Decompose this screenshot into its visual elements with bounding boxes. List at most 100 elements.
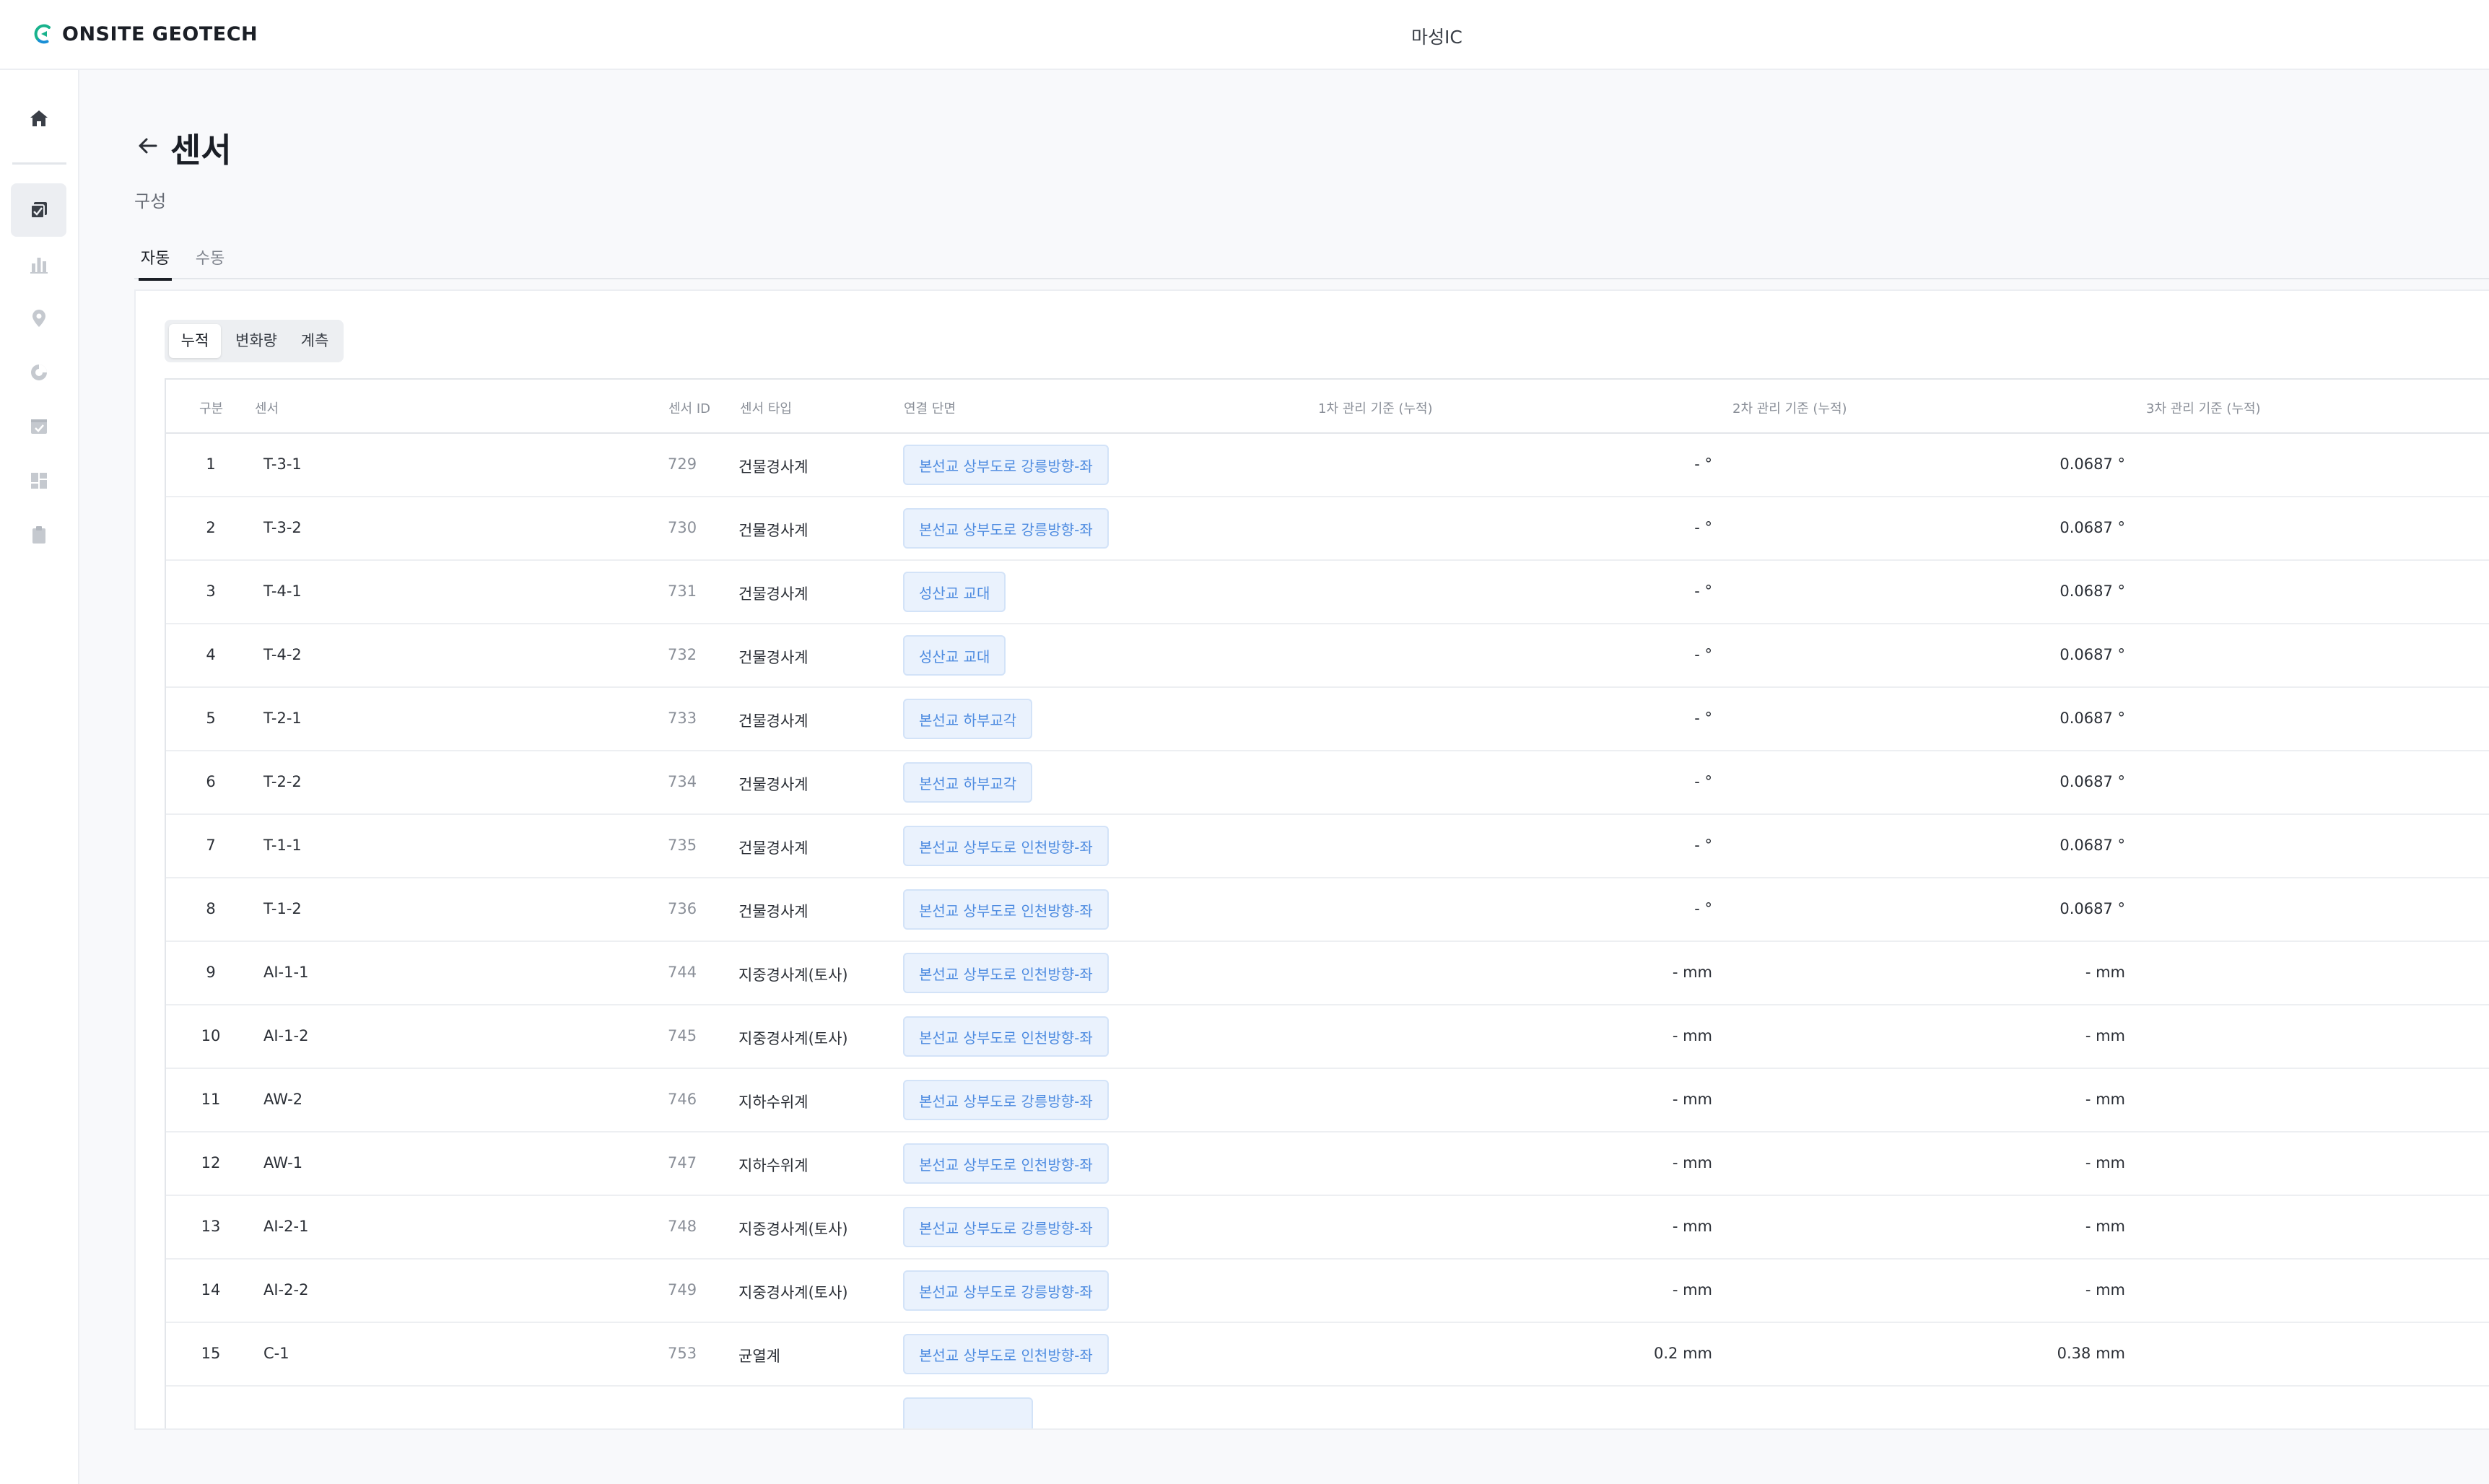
header-sensor: 센서: [255, 401, 279, 416]
table-row[interactable]: 9 AI-1-1 744 지중경사계(토사) 본선교 상부도로 인천방향-좌 - mm - …: [166, 942, 2489, 1005]
limit3-value: - r: [2293, 964, 2489, 981]
limit2-value: 0.0687 °: [2059, 455, 2125, 473]
header-sensor-type: 센서 타입: [740, 401, 792, 416]
sidebar-item-home[interactable]: [11, 92, 66, 145]
section-tag[interactable]: 성산교 교대: [903, 635, 1006, 676]
sidebar-item-reports[interactable]: [11, 508, 66, 562]
sensor-name: T-1-2: [263, 900, 302, 917]
section-tag[interactable]: 본선교 상부도로 인천방향-좌: [903, 953, 1109, 993]
sensor-type: 건물경사계: [738, 585, 808, 603]
sidebar-item-map[interactable]: [11, 292, 66, 345]
home-icon: [30, 110, 48, 126]
sensor-type: 건물경사계: [738, 522, 808, 539]
section-tag-partial[interactable]: [903, 1397, 1033, 1428]
sensor-id: 746: [668, 1091, 697, 1108]
sensor-id: 748: [668, 1218, 697, 1235]
sensor-card: 누적 변화량 계측 구분 센서 센서 ID 센서 타입 연결 단면 1차 관리 …: [134, 289, 2489, 1430]
sensor-type: 건물경사계: [738, 458, 808, 476]
sensor-type: 지하수위계: [738, 1094, 808, 1111]
table-row[interactable]: 3 T-4-1 731 건물경사계 성산교 교대 - ° 0.0687 ° 0.114: [166, 561, 2489, 624]
section-tag[interactable]: 본선교 상부도로 인천방향-좌: [903, 1143, 1109, 1184]
table-row[interactable]: 7 T-1-1 735 건물경사계 본선교 상부도로 인천방향-좌 - ° 0.0687 °…: [166, 815, 2489, 878]
limit3-value: 0.5 r: [2293, 1345, 2489, 1362]
limit2-value: 0.0687 °: [2059, 710, 2125, 727]
section-tag[interactable]: 본선교 상부도로 인천방향-좌: [903, 889, 1109, 930]
section-tag[interactable]: 본선교 하부교각: [903, 699, 1033, 739]
section-tag[interactable]: 본선교 상부도로 강릉방향-좌: [903, 508, 1109, 549]
limit2-value: - mm: [2085, 1027, 2125, 1044]
sensor-type: 지하수위계: [738, 1157, 808, 1174]
sensor-id: 729: [668, 455, 697, 473]
limit3-value: 0.114: [2293, 519, 2489, 536]
sensor-name: T-2-1: [263, 710, 302, 727]
section-tag[interactable]: 성산교 교대: [903, 572, 1006, 612]
tab-manual[interactable]: 수동: [193, 245, 227, 278]
sensor-name: AI-2-2: [263, 1281, 309, 1298]
sensor-id: 734: [668, 773, 697, 790]
sensor-id: 753: [668, 1345, 697, 1362]
limit1-value: - °: [1694, 455, 1712, 473]
header-no: 구분: [199, 401, 224, 416]
table-row[interactable]: 8 T-1-2 736 건물경사계 본선교 상부도로 인천방향-좌 - ° 0.0687 °…: [166, 878, 2489, 942]
section-tag[interactable]: 본선교 상부도로 강릉방향-좌: [903, 1270, 1109, 1311]
limit3-value: 0.114: [2293, 455, 2489, 473]
limit3-value: 0.114: [2293, 646, 2489, 663]
limit1-value: - mm: [1672, 1091, 1712, 1108]
dashboard-icon: [30, 473, 47, 489]
sensor-type: 건물경사계: [738, 649, 808, 666]
limit1-value: - °: [1694, 646, 1712, 663]
sensor-type: 건물경사계: [738, 776, 808, 793]
table-row[interactable]: 10 AI-1-2 745 지중경사계(토사) 본선교 상부도로 인천방향-좌 - mm -…: [166, 1005, 2489, 1069]
sensor-name: T-1-1: [263, 837, 302, 854]
table-row[interactable]: 2 T-3-2 730 건물경사계 본선교 상부도로 강릉방향-좌 - ° 0.0687 °…: [166, 497, 2489, 561]
table-row[interactable]: 4 T-4-2 732 건물경사계 성산교 교대 - ° 0.0687 ° 0.114: [166, 624, 2489, 688]
table-row[interactable]: 11 AW-2 746 지하수위계 본선교 상부도로 강릉방향-좌 - mm - mm - r: [166, 1069, 2489, 1132]
section-tag[interactable]: 본선교 상부도로 강릉방향-좌: [903, 1080, 1109, 1120]
section-tag[interactable]: 본선교 하부교각: [903, 762, 1033, 803]
row-number: 8: [206, 900, 216, 917]
sensor-id: 731: [668, 582, 697, 600]
sensor-table: 구분 센서 센서 ID 센서 타입 연결 단면 1차 관리 기준 (누적) 2차…: [165, 378, 2489, 1428]
row-number: 11: [201, 1091, 221, 1108]
table-row[interactable]: 15 C-1 753 균열계 본선교 상부도로 인천방향-좌 0.2 mm 0.38 mm 0…: [166, 1323, 2489, 1387]
table-row[interactable]: 6 T-2-2 734 건물경사계 본선교 하부교각 - ° 0.0687 ° 0.114: [166, 751, 2489, 815]
sidebar-item-sensors[interactable]: [11, 183, 66, 237]
sensor-id: 735: [668, 837, 697, 854]
table-row[interactable]: 14 AI-2-2 749 지중경사계(토사) 본선교 상부도로 강릉방향-좌 - mm -…: [166, 1260, 2489, 1323]
segment-measurement[interactable]: 계측: [290, 324, 339, 358]
segment-change[interactable]: 변화량: [225, 324, 287, 358]
sensor-id: 747: [668, 1154, 697, 1171]
section-tag[interactable]: 본선교 상부도로 강릉방향-좌: [903, 1207, 1109, 1247]
sidebar-item-dashboard[interactable]: [11, 454, 66, 507]
limit2-value: 0.38 mm: [2057, 1345, 2125, 1362]
tab-auto[interactable]: 자동: [139, 245, 172, 281]
header-limit2: 2차 관리 기준 (누적): [1732, 401, 1847, 416]
limit3-value: - r: [2293, 1218, 2489, 1235]
sensor-name: AI-2-1: [263, 1218, 309, 1235]
section-tag[interactable]: 본선교 상부도로 강릉방향-좌: [903, 445, 1109, 485]
table-row[interactable]: 13 AI-2-1 748 지중경사계(토사) 본선교 상부도로 강릉방향-좌 - mm -…: [166, 1196, 2489, 1260]
back-arrow-icon[interactable]: [134, 132, 162, 160]
pie-chart-icon: [30, 365, 47, 380]
sensor-type: 건물경사계: [738, 839, 808, 857]
table-row[interactable]: 12 AW-1 747 지하수위계 본선교 상부도로 인천방향-좌 - mm - mm - r: [166, 1132, 2489, 1196]
table-row[interactable]: 5 T-2-1 733 건물경사계 본선교 하부교각 - ° 0.0687 ° 0.114: [166, 688, 2489, 751]
row-number: 6: [206, 773, 216, 790]
onsite-logo-icon: [34, 24, 54, 44]
sensor-type: 건물경사계: [738, 903, 808, 920]
table-row[interactable]: 1 T-3-1 729 건물경사계 본선교 상부도로 강릉방향-좌 - ° 0.0687 °…: [166, 434, 2489, 497]
sidebar-item-checklist[interactable]: [11, 400, 66, 453]
sidebar-item-charts[interactable]: [11, 237, 66, 291]
sensor-id: 749: [668, 1281, 697, 1298]
section-tag[interactable]: 본선교 상부도로 인천방향-좌: [903, 1334, 1109, 1374]
section-tag[interactable]: 본선교 상부도로 인천방향-좌: [903, 826, 1109, 866]
brand-logo[interactable]: ONSITE GEOTECH: [33, 22, 258, 46]
limit3-value: - r: [2293, 1281, 2489, 1298]
limit3-value: 0.114: [2293, 773, 2489, 790]
sidebar-item-analysis[interactable]: [11, 346, 66, 399]
row-number: 13: [201, 1218, 221, 1235]
segment-cumulative[interactable]: 누적: [169, 324, 221, 358]
sensor-type: 지중경사계(토사): [738, 1221, 848, 1238]
row-number: 9: [206, 964, 216, 981]
section-tag[interactable]: 본선교 상부도로 인천방향-좌: [903, 1016, 1109, 1057]
